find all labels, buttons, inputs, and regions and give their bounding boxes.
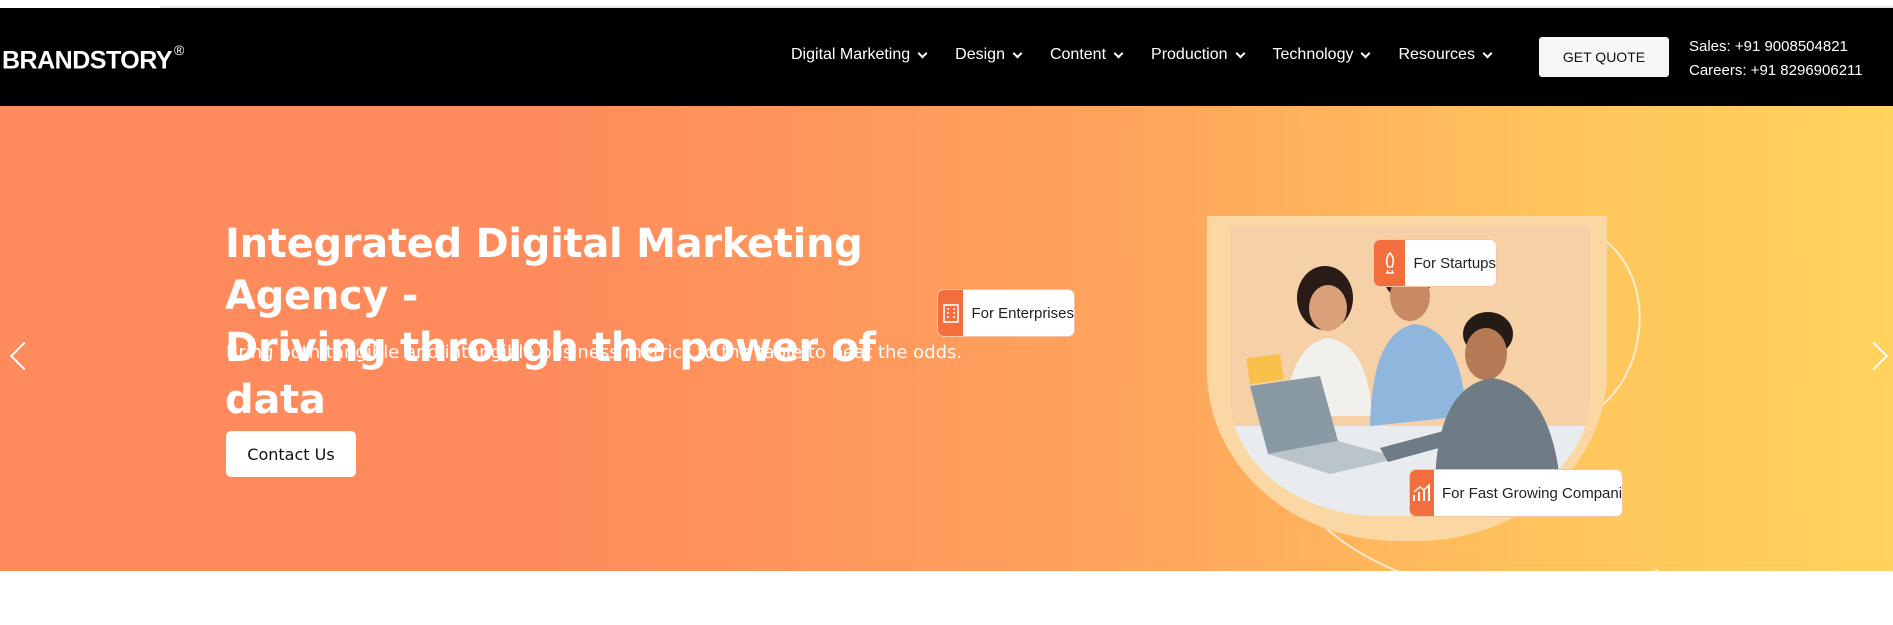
nav-item-design[interactable]: Design [955,46,1023,64]
nav-label: Design [955,46,1005,63]
nav-item-content[interactable]: Content [1049,46,1124,64]
nav-label: Digital Marketing [791,46,911,63]
chevron-down-icon [1482,48,1493,58]
next-slide-arrow-icon[interactable] [1859,341,1889,371]
chevron-down-icon [1361,48,1371,58]
top-strip [0,0,1893,8]
prev-slide-arrow-icon[interactable] [9,341,39,371]
brand-logo[interactable]: BRANDSTORY ® [2,42,184,75]
nav-label: Resources [1398,46,1475,63]
careers-phone[interactable]: Careers: +91 8296906211 [1689,59,1863,83]
chevron-down-icon [1113,48,1124,58]
nav-item-resources[interactable]: Resources [1398,46,1493,64]
hero-headline: Integrated Digital Marketing Agency - Dr… [225,221,876,423]
nav-item-digital-marketing[interactable]: Digital Marketing [791,46,928,64]
chevron-down-icon [1235,48,1245,58]
nav-label: Technology [1272,46,1354,63]
nav-label: Content [1049,46,1107,63]
building-icon [938,290,964,336]
contact-us-button[interactable]: Contact Us [226,431,356,477]
hero-subline: Bring both tangible and intangible busin… [226,342,963,363]
chevron-down-icon [917,48,928,58]
site-header: BRANDSTORY ® Digital Marketing Design Con… [0,8,1893,106]
growth-chart-icon [1410,470,1434,516]
chevron-down-icon [1012,48,1023,58]
rocket-icon [1374,240,1406,286]
get-quote-button[interactable]: GET QUOTE [1539,37,1669,77]
nav-item-production[interactable]: Production [1151,46,1245,64]
main-nav: Digital Marketing Design Content Product… [791,46,1520,64]
hero-slider: Integrated Digital Marketing Agency - Dr… [0,106,1893,625]
nav-item-technology[interactable]: Technology [1272,46,1371,64]
nav-label: Production [1151,46,1228,63]
for-fast-growing-companies-tag[interactable]: For Fast Growing Companies [1410,470,1622,516]
sales-phone[interactable]: Sales: +91 9008504821 [1689,35,1863,59]
hero-illustration: For Startups For Enterprises For Fast Gr… [938,186,1736,625]
for-enterprises-tag[interactable]: For Enterprises [938,290,1074,336]
contact-info: Sales: +91 9008504821 Careers: +91 82969… [1689,35,1863,83]
for-startups-tag[interactable]: For Startups [1374,240,1496,286]
